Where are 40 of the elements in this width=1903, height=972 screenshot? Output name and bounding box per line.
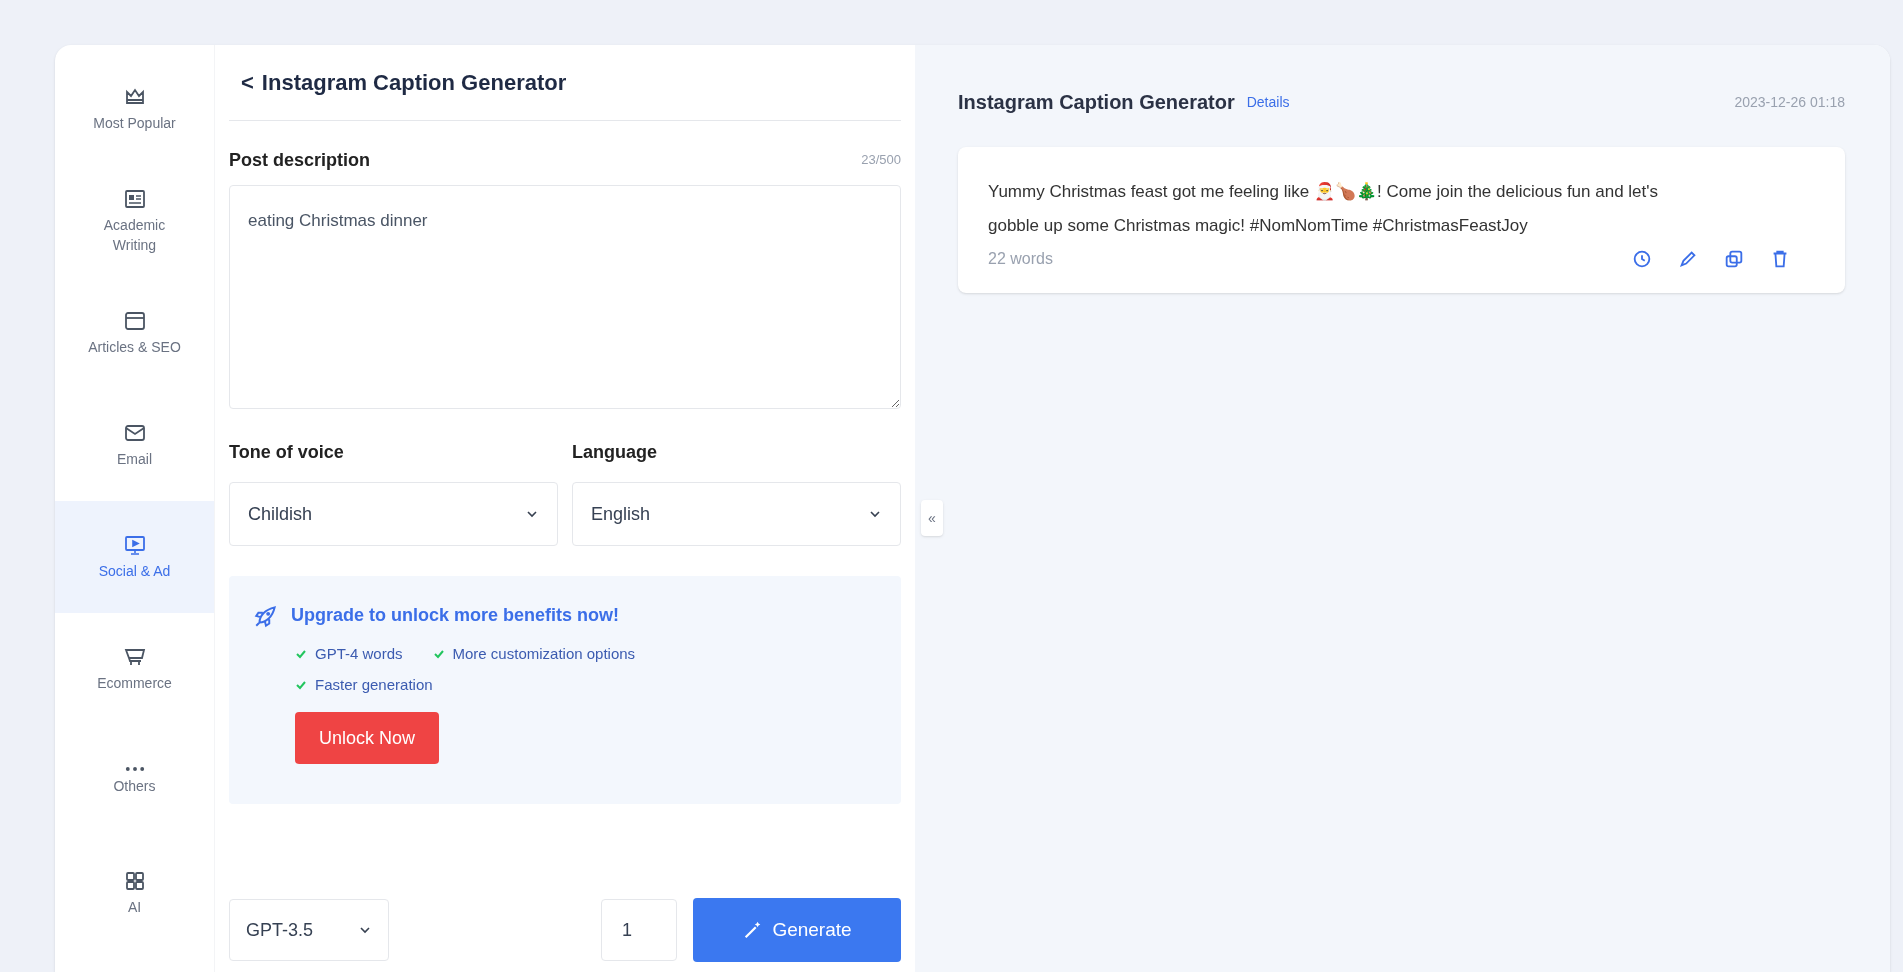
sidebar-item[interactable]: Academic Writing (55, 165, 214, 277)
sidebar-item[interactable]: Others (55, 725, 214, 837)
benefit-text: More customization options (452, 644, 636, 664)
field-label: Tone of voice (229, 441, 345, 464)
sidebar-item[interactable]: Most Popular (55, 53, 214, 165)
sidebar-item[interactable]: AI (55, 837, 214, 949)
text-area[interactable]: eating Christmas dinner (229, 185, 901, 409)
window-icon (122, 309, 147, 333)
sidebar-item[interactable]: Articles & SEO (55, 277, 214, 389)
sidebar-item[interactable]: Email (55, 389, 214, 501)
result-title: Instagram Caption Generator (958, 90, 1235, 115)
count-field[interactable]: 1 (601, 899, 677, 961)
more-icon (123, 766, 146, 772)
sidebar-item[interactable]: Ecommerce (55, 613, 214, 725)
model-select[interactable]: GPT-3.5 (229, 899, 389, 961)
unlock-button[interactable]: Unlock Now (295, 712, 440, 764)
collapse-button[interactable]: « (921, 500, 943, 536)
field-label: Post description (229, 148, 371, 172)
check-icon (295, 648, 307, 661)
copy-icon[interactable] (1723, 248, 1745, 270)
select-field[interactable]: Childish (229, 482, 558, 546)
edit-icon[interactable] (1677, 248, 1699, 270)
generate-button[interactable]: Generate (693, 898, 901, 962)
history-icon[interactable] (1631, 248, 1653, 270)
select-field[interactable]: English (572, 482, 901, 546)
character-counter: 23/500 (861, 151, 901, 170)
page-title: Instagram Caption Generator (261, 69, 567, 97)
id-card-icon (122, 187, 147, 211)
check-icon (432, 648, 445, 661)
upgrade-heading: Upgrade to unlock more benefits now! (291, 604, 620, 627)
benefit-text: GPT-4 words (315, 644, 403, 664)
details-link[interactable]: Details (1246, 91, 1290, 113)
word-count: 22 words (988, 249, 1053, 269)
benefit-text: Faster generation (315, 674, 433, 695)
sidebar-item[interactable]: Social & Ad (55, 501, 214, 613)
back-button[interactable]: < (241, 66, 254, 99)
caption-text: Yummy Christmas feast got me feeling like 🎅🍗🎄! Come join the delicious fun and let's gobble up some Christmas magic! #NomNomTime #ChristmasFeastJoy (988, 181, 1660, 237)
monitor-icon (122, 533, 147, 557)
timestamp: 2023-12-26 01:18 (1734, 92, 1845, 112)
field-label: Language (572, 441, 658, 464)
